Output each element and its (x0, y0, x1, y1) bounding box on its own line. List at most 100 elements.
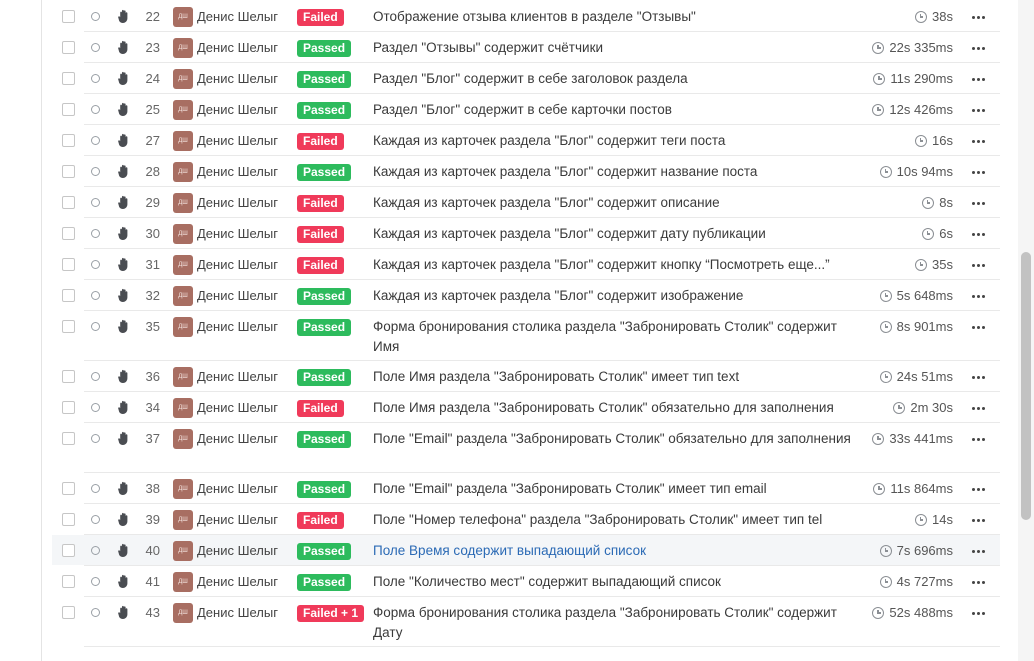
test-row[interactable]: 28 ДШ Денис Шелыг Passed Каждая из карточек … (52, 156, 1000, 187)
test-title[interactable]: Форма бронирования столика раздела "Забр… (373, 317, 863, 357)
test-row[interactable]: 36 ДШ Денис Шелыг Passed Поле Имя раздела "З… (52, 361, 1000, 392)
test-title[interactable]: Отображение отзыва клиентов в разделе "О… (373, 7, 863, 27)
checkbox-icon[interactable] (62, 575, 75, 588)
checkbox-icon[interactable] (62, 41, 75, 54)
status-badge: Passed (297, 319, 352, 336)
status-badge: Passed (297, 102, 352, 119)
test-row[interactable]: 24 ДШ Денис Шелыг Passed Раздел "Блог" содер… (52, 63, 1000, 94)
test-id: 39 (145, 512, 160, 527)
circle-icon (91, 322, 100, 331)
test-row[interactable]: 32 ДШ Денис Шелыг Passed Каждая из карточек … (52, 280, 1000, 311)
test-title[interactable]: Каждая из карточек раздела "Блог" содерж… (373, 224, 863, 244)
more-dots-icon[interactable] (972, 295, 986, 299)
test-row[interactable]: 23 ДШ Денис Шелыг Passed Раздел "Отзывы" сод… (52, 32, 1000, 63)
test-row[interactable]: 31 ДШ Денис Шелыг Failed Каждая из карточек … (52, 249, 1000, 280)
avatar: ДШ (173, 429, 193, 449)
test-title[interactable]: Поле "Номер телефона" раздела "Заброниро… (373, 510, 863, 530)
checkbox-icon[interactable] (62, 320, 75, 333)
checkbox-icon[interactable] (62, 103, 75, 116)
circle-icon (91, 608, 100, 617)
circle-icon (91, 484, 100, 493)
test-row[interactable]: 43 ДШ Денис Шелыг Failed + 1 Форма бронирова… (52, 597, 1000, 647)
clock-icon (873, 483, 886, 495)
more-dots-icon[interactable] (972, 78, 986, 82)
more-dots-icon[interactable] (972, 550, 986, 554)
checkbox-icon[interactable] (62, 196, 75, 209)
scrollbar-thumb[interactable] (1021, 252, 1031, 520)
test-title[interactable]: Каждая из карточек раздела "Блог" содерж… (373, 286, 863, 306)
checkbox-icon[interactable] (62, 606, 75, 619)
test-row[interactable]: 35 ДШ Денис Шелыг Passed Форма бронирования … (52, 311, 1000, 361)
test-title[interactable]: Поле "Email" раздела "Забронировать Стол… (373, 479, 863, 499)
more-dots-icon[interactable] (972, 612, 986, 616)
test-title[interactable]: Каждая из карточек раздела "Блог" содерж… (373, 162, 863, 182)
circle-icon (91, 198, 100, 207)
checkbox-icon[interactable] (62, 401, 75, 414)
more-dots-icon[interactable] (972, 109, 986, 113)
test-title[interactable]: Поле "Email" раздела "Забронировать Стол… (373, 429, 863, 449)
more-dots-icon[interactable] (972, 326, 986, 330)
more-dots-icon[interactable] (972, 47, 986, 51)
test-title[interactable]: Форма бронирования столика раздела "Забр… (373, 603, 863, 643)
test-title[interactable]: Поле Имя раздела "Забронировать Столик" … (373, 398, 863, 418)
checkbox-icon[interactable] (62, 513, 75, 526)
checkbox-icon[interactable] (62, 165, 75, 178)
test-row[interactable]: 40 ДШ Денис Шелыг Passed Поле Время содержит… (52, 535, 1000, 566)
hand-icon (116, 287, 132, 303)
test-title[interactable]: Раздел "Блог" содержит в себе заголовок … (373, 69, 863, 89)
test-title[interactable]: Раздел "Отзывы" содержит счётчики (373, 38, 863, 58)
checkbox-icon[interactable] (62, 10, 75, 23)
duration-value: 10s 94ms (896, 164, 953, 179)
more-dots-icon[interactable] (972, 581, 986, 585)
test-row[interactable]: 25 ДШ Денис Шелыг Passed Раздел "Блог" содер… (52, 94, 1000, 125)
more-dots-icon[interactable] (972, 264, 986, 268)
test-row[interactable]: 39 ДШ Денис Шелыг Failed Поле "Номер телефон… (52, 504, 1000, 535)
test-id: 25 (145, 102, 160, 117)
test-row[interactable]: 22 ДШ Денис Шелыг Failed Отображение отзыва … (52, 0, 1000, 32)
circle-icon (91, 167, 100, 176)
test-title[interactable]: Поле "Количество мест" содержит выпадающ… (373, 572, 863, 592)
circle-icon (91, 515, 100, 524)
clock-icon (915, 135, 928, 147)
author-name: Денис Шелыг (197, 40, 278, 55)
checkbox-icon[interactable] (62, 482, 75, 495)
test-title[interactable]: Каждая из карточек раздела "Блог" содерж… (373, 193, 863, 213)
test-title[interactable]: Каждая из карточек раздела "Блог" содерж… (373, 131, 863, 151)
checkbox-icon[interactable] (62, 544, 75, 557)
clock-icon (922, 228, 935, 240)
status-badge: Failed (297, 133, 344, 150)
test-row[interactable]: 34 ДШ Денис Шелыг Failed Поле Имя раздела "З… (52, 392, 1000, 423)
more-dots-icon[interactable] (972, 488, 986, 492)
checkbox-icon[interactable] (62, 134, 75, 147)
more-dots-icon[interactable] (972, 376, 986, 380)
more-dots-icon[interactable] (972, 140, 986, 144)
more-dots-icon[interactable] (972, 202, 986, 206)
more-dots-icon[interactable] (972, 438, 986, 442)
status-badge: Failed + 1 (297, 605, 365, 622)
checkbox-icon[interactable] (62, 370, 75, 383)
checkbox-icon[interactable] (62, 72, 75, 85)
test-row[interactable]: 41 ДШ Денис Шелыг Passed Поле "Количество ме… (52, 566, 1000, 597)
checkbox-icon[interactable] (62, 289, 75, 302)
checkbox-icon[interactable] (62, 432, 75, 445)
checkbox-icon[interactable] (62, 227, 75, 240)
more-dots-icon[interactable] (972, 407, 986, 411)
more-dots-icon[interactable] (972, 171, 986, 175)
avatar: ДШ (173, 162, 193, 182)
test-title[interactable]: Раздел "Блог" содержит в себе карточки п… (373, 100, 863, 120)
test-title[interactable]: Каждая из карточек раздела "Блог" содерж… (373, 255, 863, 275)
test-row[interactable]: 30 ДШ Денис Шелыг Failed Каждая из карточек … (52, 218, 1000, 249)
more-dots-icon[interactable] (972, 16, 986, 20)
more-dots-icon[interactable] (972, 519, 986, 523)
clock-icon (915, 11, 928, 23)
test-row[interactable]: 37 ДШ Денис Шелыг Passed Поле "Email" раздел… (52, 423, 1000, 473)
circle-icon (91, 577, 100, 586)
more-dots-icon[interactable] (972, 233, 986, 237)
test-row[interactable]: 29 ДШ Денис Шелыг Failed Каждая из карточек … (52, 187, 1000, 218)
checkbox-icon[interactable] (62, 258, 75, 271)
test-row[interactable]: 38 ДШ Денис Шелыг Passed Поле "Email" раздел… (52, 473, 1000, 504)
test-row[interactable]: 27 ДШ Денис Шелыг Failed Каждая из карточек … (52, 125, 1000, 156)
duration: 7s 696ms (842, 542, 953, 560)
test-title[interactable]: Поле Имя раздела "Забронировать Столик" … (373, 367, 863, 387)
test-title[interactable]: Поле Время содержит выпадающий список (373, 541, 863, 561)
